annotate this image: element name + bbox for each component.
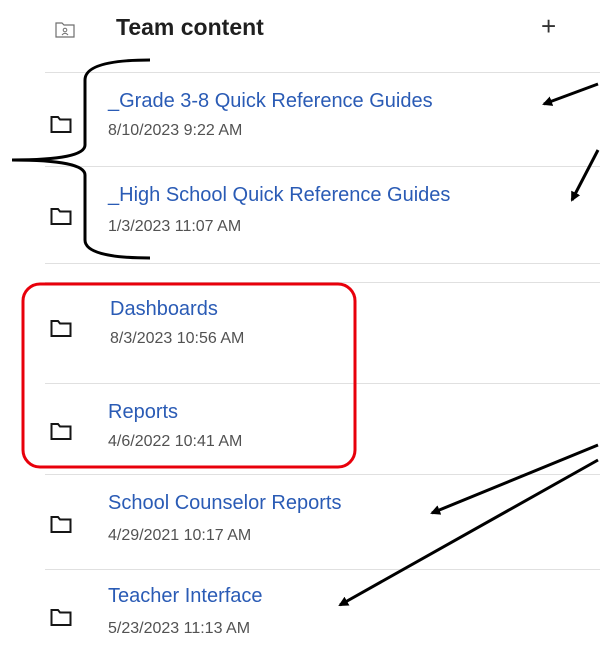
folder-item[interactable]: _Grade 3-8 Quick Reference Guides 8/10/2…	[0, 72, 600, 167]
panel-title: Team content	[116, 14, 264, 40]
folder-date: 1/3/2023 11:07 AM	[108, 218, 242, 235]
folder-name-link[interactable]: Teacher Interface	[108, 585, 263, 608]
folder-name-link[interactable]: Dashboards	[110, 298, 218, 321]
folder-icon	[50, 609, 72, 626]
panel-header: Team content +	[0, 0, 600, 60]
folder-item[interactable]: _High School Quick Reference Guides 1/3/…	[0, 166, 600, 261]
folder-icon	[50, 116, 72, 133]
folder-date: 8/3/2023 10:56 AM	[110, 330, 245, 347]
folder-name-link[interactable]: Reports	[108, 401, 178, 424]
add-content-button[interactable]: +	[541, 13, 556, 39]
folder-date: 5/23/2023 11:13 AM	[108, 620, 251, 637]
folder-date: 8/10/2023 9:22 AM	[108, 122, 243, 139]
folder-item[interactable]: School Counselor Reports 4/29/2021 10:17…	[0, 474, 600, 569]
folder-icon	[50, 516, 72, 533]
folder-name-link[interactable]: _High School Quick Reference Guides	[108, 184, 450, 207]
folder-name-link[interactable]: _Grade 3-8 Quick Reference Guides	[108, 90, 433, 113]
folder-date: 4/29/2021 10:17 AM	[108, 527, 252, 544]
team-folder-icon	[55, 22, 75, 38]
folder-item[interactable]: Reports 4/6/2022 10:41 AM	[0, 383, 600, 478]
folder-name-link[interactable]: School Counselor Reports	[108, 492, 341, 515]
divider	[45, 263, 600, 264]
folder-icon	[50, 423, 72, 440]
folder-date: 4/6/2022 10:41 AM	[108, 433, 243, 450]
folder-icon	[50, 208, 72, 225]
folder-item[interactable]: Dashboards 8/3/2023 10:56 AM	[0, 282, 600, 377]
folder-icon	[50, 320, 72, 337]
folder-item[interactable]: Teacher Interface 5/23/2023 11:13 AM	[0, 569, 600, 650]
